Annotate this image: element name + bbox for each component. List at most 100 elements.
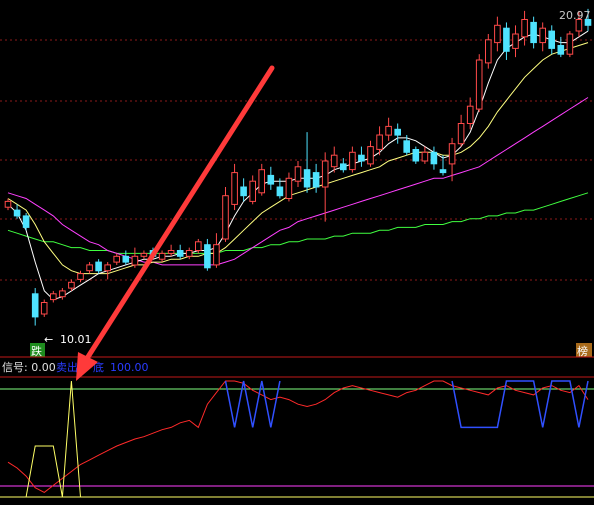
candle <box>176 244 184 260</box>
candle <box>158 250 166 263</box>
candle <box>503 22 510 60</box>
annotation-arrow <box>76 65 275 381</box>
candle-body <box>430 151 438 165</box>
candle-body <box>4 200 12 208</box>
candle-body <box>312 172 320 188</box>
candle <box>222 186 229 242</box>
candle <box>303 132 311 193</box>
candle-body <box>113 255 121 263</box>
candle <box>240 178 247 202</box>
candle-body <box>240 186 247 197</box>
candle <box>421 146 429 164</box>
candle-body <box>50 293 57 301</box>
candle <box>457 114 465 147</box>
candle <box>466 97 474 130</box>
candle <box>321 152 329 222</box>
candle-body <box>439 169 447 174</box>
candle-body <box>131 255 139 266</box>
candle <box>494 16 501 52</box>
candle-body <box>176 250 184 257</box>
candle-body <box>95 261 102 272</box>
candle-body <box>349 151 356 171</box>
candle-body <box>521 19 528 38</box>
candle-body <box>412 149 420 162</box>
candle-body <box>494 24 501 44</box>
candle <box>285 172 293 202</box>
value-label: 100.00 <box>110 361 149 374</box>
indicator-ind_red-line <box>7 380 589 493</box>
candle-body <box>104 264 112 272</box>
candle <box>59 288 66 300</box>
candle <box>113 253 121 265</box>
candle-body <box>204 244 211 269</box>
candle-body <box>376 134 383 150</box>
candle <box>412 146 420 164</box>
bottom-left-tag: 跌 <box>31 344 42 358</box>
candlesticks <box>4 8 592 326</box>
candle <box>539 22 547 52</box>
candle <box>131 247 139 268</box>
candle <box>40 299 48 317</box>
top-price-label: 20.97 <box>559 9 591 22</box>
candle-body <box>140 252 148 257</box>
candle <box>439 155 447 176</box>
candle <box>358 146 365 167</box>
candle-body <box>267 174 275 185</box>
candle-body <box>367 146 374 165</box>
candle <box>475 54 483 112</box>
candle <box>22 212 30 231</box>
candle <box>394 123 401 144</box>
candle-body <box>485 39 492 64</box>
candle <box>31 288 39 326</box>
candle <box>86 262 93 274</box>
price-grid <box>0 39 594 281</box>
candle-body <box>385 125 392 136</box>
candle-body <box>13 209 21 217</box>
candle-body <box>566 33 574 55</box>
candle <box>349 146 356 173</box>
candle-body <box>421 151 429 162</box>
signal-label: 信号: 0.00 <box>2 361 56 374</box>
candle <box>530 16 537 49</box>
candle-body <box>122 255 130 263</box>
candle-body <box>185 250 193 257</box>
candle-body <box>512 33 519 49</box>
candle-body <box>303 169 311 188</box>
candle-body <box>358 154 365 162</box>
candle <box>140 250 148 260</box>
candle <box>385 117 392 141</box>
candle <box>77 270 84 283</box>
candle <box>267 166 275 190</box>
candle-body <box>403 140 410 153</box>
candle <box>122 250 130 265</box>
candle <box>548 25 556 55</box>
candle-body <box>258 169 265 194</box>
candle <box>104 262 112 280</box>
candle <box>167 244 175 257</box>
indicator-ind_blue-line <box>451 380 589 429</box>
candle-body <box>31 293 39 318</box>
candle-body <box>86 264 93 272</box>
candle-body <box>40 302 48 315</box>
candle <box>312 163 320 193</box>
candle-body <box>557 45 565 55</box>
candle-body <box>167 250 175 254</box>
candle-body <box>276 186 284 197</box>
indicator-ind_blue-line <box>224 380 281 428</box>
ma_long-line <box>7 192 589 254</box>
candle-body <box>294 166 302 182</box>
candle-body <box>548 30 556 49</box>
candle <box>485 33 492 69</box>
candle <box>294 161 302 187</box>
indicator-series <box>7 380 589 498</box>
candle-body <box>475 59 483 110</box>
candle <box>430 146 438 170</box>
candle-body <box>448 143 456 165</box>
candle-body <box>213 244 220 266</box>
candle <box>566 31 574 58</box>
candle-body <box>22 215 30 228</box>
candle-body <box>231 172 238 205</box>
candle-body <box>394 128 401 136</box>
candle-body <box>158 252 166 260</box>
stock-chart: 20.97 ← 10.01 跌 榜 信号: 0.00 卖出 底 100.00 <box>0 8 594 498</box>
